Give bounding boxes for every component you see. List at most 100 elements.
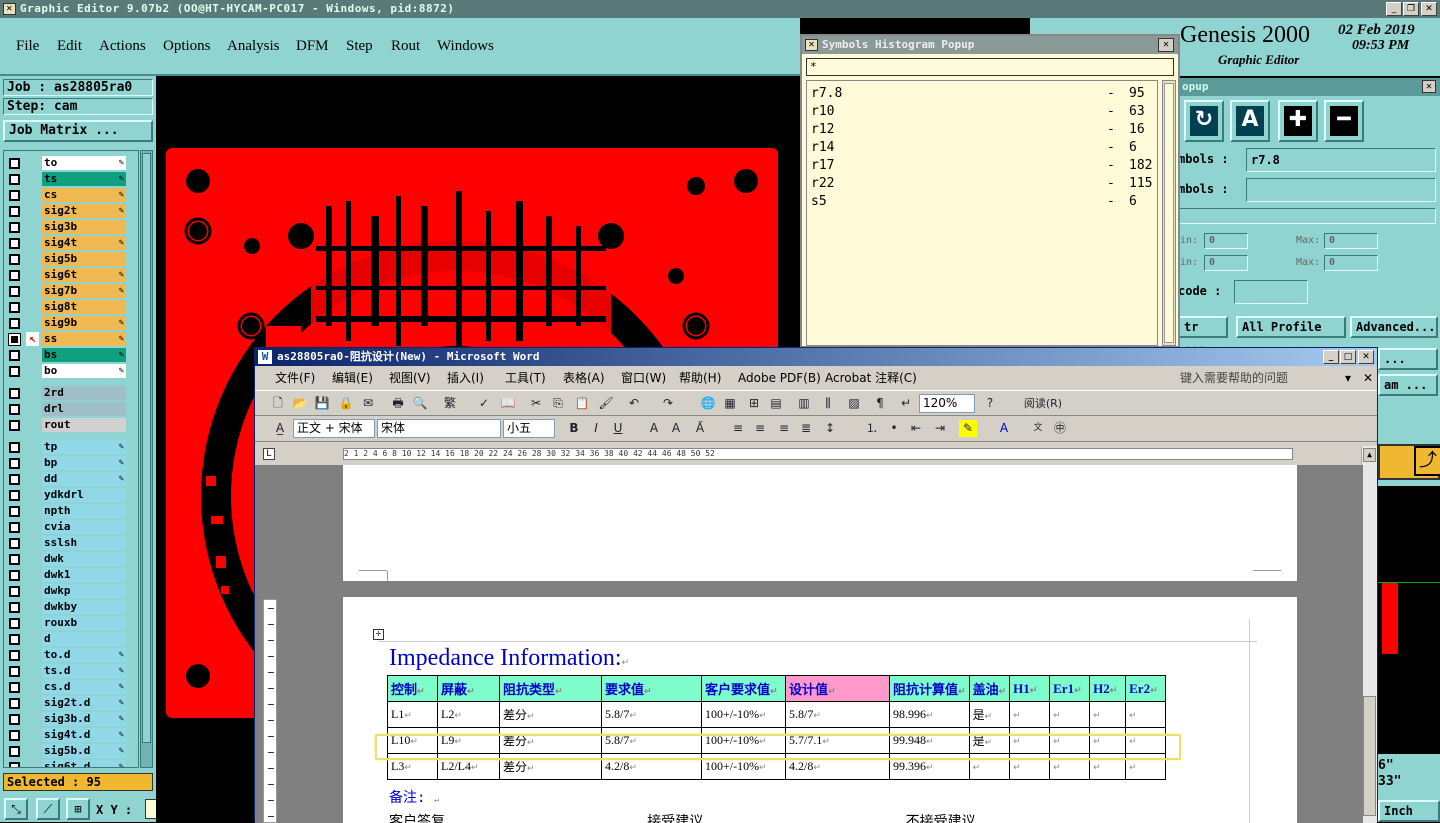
table-header-cell[interactable]: 设计值↵ (785, 675, 890, 702)
table-header-cell[interactable]: Er2↵ (1125, 675, 1167, 702)
layer-row-sig3b-d[interactable]: sig3b.d ✎ (4, 711, 138, 727)
add-button[interactable]: ✚ (1278, 100, 1318, 142)
layer-name[interactable]: sig3b (42, 220, 126, 234)
scroll-up-icon[interactable]: ▲ (1363, 448, 1376, 462)
table-cell[interactable]: 差分↵ (499, 701, 602, 728)
permission-icon[interactable]: 🔒 (337, 395, 355, 412)
copy-icon[interactable]: ⎘ (549, 395, 567, 412)
table-header-cell[interactable]: 阻抗计算值↵ (889, 675, 970, 702)
char-border-icon[interactable]: A (645, 420, 663, 437)
layer-checkbox[interactable] (9, 650, 20, 661)
font-select[interactable]: 宋体 (377, 419, 501, 438)
help-icon[interactable]: ? (981, 395, 999, 412)
layer-name[interactable]: dwk1 (42, 568, 126, 582)
show-hide-icon[interactable]: ¶ (871, 395, 889, 412)
layer-checkbox[interactable] (9, 490, 20, 501)
zoom-select[interactable]: 120% (919, 394, 975, 413)
filter-field[interactable] (1178, 208, 1436, 224)
layer-row-tp[interactable]: tp ✎ (4, 439, 138, 455)
word-close-button[interactable]: ✕ (1358, 350, 1374, 364)
redo-icon[interactable]: ↷ (659, 395, 677, 412)
print-preview-icon[interactable]: 🔍 (411, 395, 429, 412)
layer-checkbox[interactable] (9, 762, 20, 767)
layer-row-sig3b[interactable]: sig3b (4, 219, 138, 235)
read-mode-button[interactable]: 阅读(R) (1013, 395, 1073, 412)
layer-name[interactable]: tp ✎ (42, 440, 126, 454)
new-doc-icon[interactable]: 🗋 (269, 395, 287, 412)
histogram-row[interactable]: r17 -182 (811, 157, 1152, 175)
histogram-menu-icon[interactable]: ✕ (805, 39, 818, 51)
layer-checkbox[interactable] (9, 682, 20, 693)
help-search-input[interactable]: 键入需要帮助的问题 (1180, 367, 1288, 389)
histogram-row[interactable]: r12 -16 (811, 121, 1151, 139)
word-menu-help[interactable]: 帮助(H) (679, 367, 721, 389)
layer-row-dwkp[interactable]: dwkp (4, 583, 138, 599)
attr-button[interactable]: tr ... (1178, 316, 1228, 352)
insert-table-icon[interactable]: ⊞ (745, 395, 763, 412)
layer-checkbox[interactable] (9, 174, 20, 185)
histogram-row[interactable]: r10 -63 (811, 103, 1151, 121)
layer-name[interactable]: sig5b.d ✎ (42, 744, 126, 758)
layer-name[interactable]: npth (42, 504, 126, 518)
layer-name[interactable]: sig6t.d ✎ (42, 760, 126, 767)
misc-button-b[interactable]: am ... (1378, 374, 1438, 396)
menu-step[interactable]: Step (346, 38, 373, 55)
underline-icon[interactable]: U (609, 420, 627, 437)
layer-name[interactable]: 2rd (42, 386, 126, 400)
layer-row-dwk[interactable]: dwk (4, 551, 138, 567)
attribute-button[interactable]: A (1230, 100, 1270, 142)
drawing-icon[interactable]: ⫼ (819, 395, 837, 412)
histogram-filter-input[interactable]: * (806, 58, 1174, 76)
layer-row-to-d[interactable]: to.d ✎ (4, 647, 138, 663)
layer-name[interactable]: cs ✎ (42, 188, 126, 202)
layer-row-dwkby[interactable]: dwkby (4, 599, 138, 615)
open-icon[interactable]: 📂 (291, 395, 309, 412)
layer-name[interactable]: sslsh (42, 536, 126, 550)
table-cell[interactable]: 5.8/7↵ (601, 701, 702, 728)
word-menu-tools[interactable]: 工具(T) (505, 367, 546, 389)
email-icon[interactable]: ✉ (359, 395, 377, 412)
layer-row-sig4t[interactable]: sig4t ✎ (4, 235, 138, 251)
table-cell[interactable]: 100+/-10%↵ (701, 701, 786, 728)
impedance-table[interactable]: 控制↵ 屏蔽↵ 阻抗类型↵ 要求值↵ 客户要求值↵ 设计值↵ 阻抗计算值↵ 盖油↵ H1↵ Er1… (387, 675, 1167, 780)
hyperlink-icon[interactable]: 🌐 (699, 395, 717, 412)
menu-edit[interactable]: Edit (57, 38, 82, 55)
table-header-cell[interactable]: 要求值↵ (601, 675, 702, 702)
tab-selector-icon[interactable]: L (263, 448, 275, 460)
increase-indent-icon[interactable]: ⇥ (931, 420, 949, 437)
histogram-row[interactable]: s5 -6 (811, 193, 1151, 211)
layer-checkbox[interactable] (9, 474, 20, 485)
style-select[interactable]: 正文 + 宋体 (293, 419, 375, 438)
profile-dropdown[interactable]: All Profile (1236, 316, 1346, 338)
layer-checkbox[interactable] (8, 333, 21, 346)
styles-icon[interactable]: A̲ (271, 420, 289, 437)
layer-row-to[interactable]: to ✎ (4, 155, 138, 171)
layer-checkbox[interactable] (9, 730, 20, 741)
histogram-row[interactable]: r7.8 -95 (811, 85, 1151, 103)
min-input-1[interactable]: 0 (1204, 233, 1248, 249)
layer-checkbox[interactable] (9, 634, 20, 645)
layer-row-d[interactable]: d (4, 631, 138, 647)
layer-row-ts[interactable]: ts ✎ (4, 171, 138, 187)
code-input[interactable] (1234, 280, 1308, 304)
decrease-indent-icon[interactable]: ⇤ (907, 420, 925, 437)
minimize-button[interactable]: _ (1386, 2, 1402, 16)
menu-rout[interactable]: Rout (391, 38, 420, 55)
layer-row-sig6t[interactable]: sig6t ✎ (4, 267, 138, 283)
layer-row-sig4t-d[interactable]: sig4t.d ✎ (4, 727, 138, 743)
table-cell[interactable]: ↵ (1089, 701, 1127, 728)
layer-row-sig2t[interactable]: sig2t ✎ (4, 203, 138, 219)
layer-checkbox[interactable] (9, 222, 20, 233)
font-color-icon[interactable]: A (995, 420, 1013, 437)
layer-name[interactable]: sig4t.d ✎ (42, 728, 126, 742)
units-button[interactable]: Inch (1378, 800, 1440, 822)
bullets-icon[interactable]: • (885, 420, 903, 437)
insert-excel-icon[interactable]: ▤ (767, 395, 785, 412)
menu-analysis[interactable]: Analysis (227, 38, 280, 55)
layer-row-sig2t-d[interactable]: sig2t.d ✎ (4, 695, 138, 711)
help-dropdown-icon[interactable]: ▾ (1345, 367, 1351, 389)
bold-icon[interactable]: B (565, 420, 583, 437)
symbols-input-2[interactable] (1246, 178, 1436, 202)
layer-checkbox[interactable] (9, 318, 20, 329)
word-menu-insert[interactable]: 插入(I) (447, 367, 484, 389)
